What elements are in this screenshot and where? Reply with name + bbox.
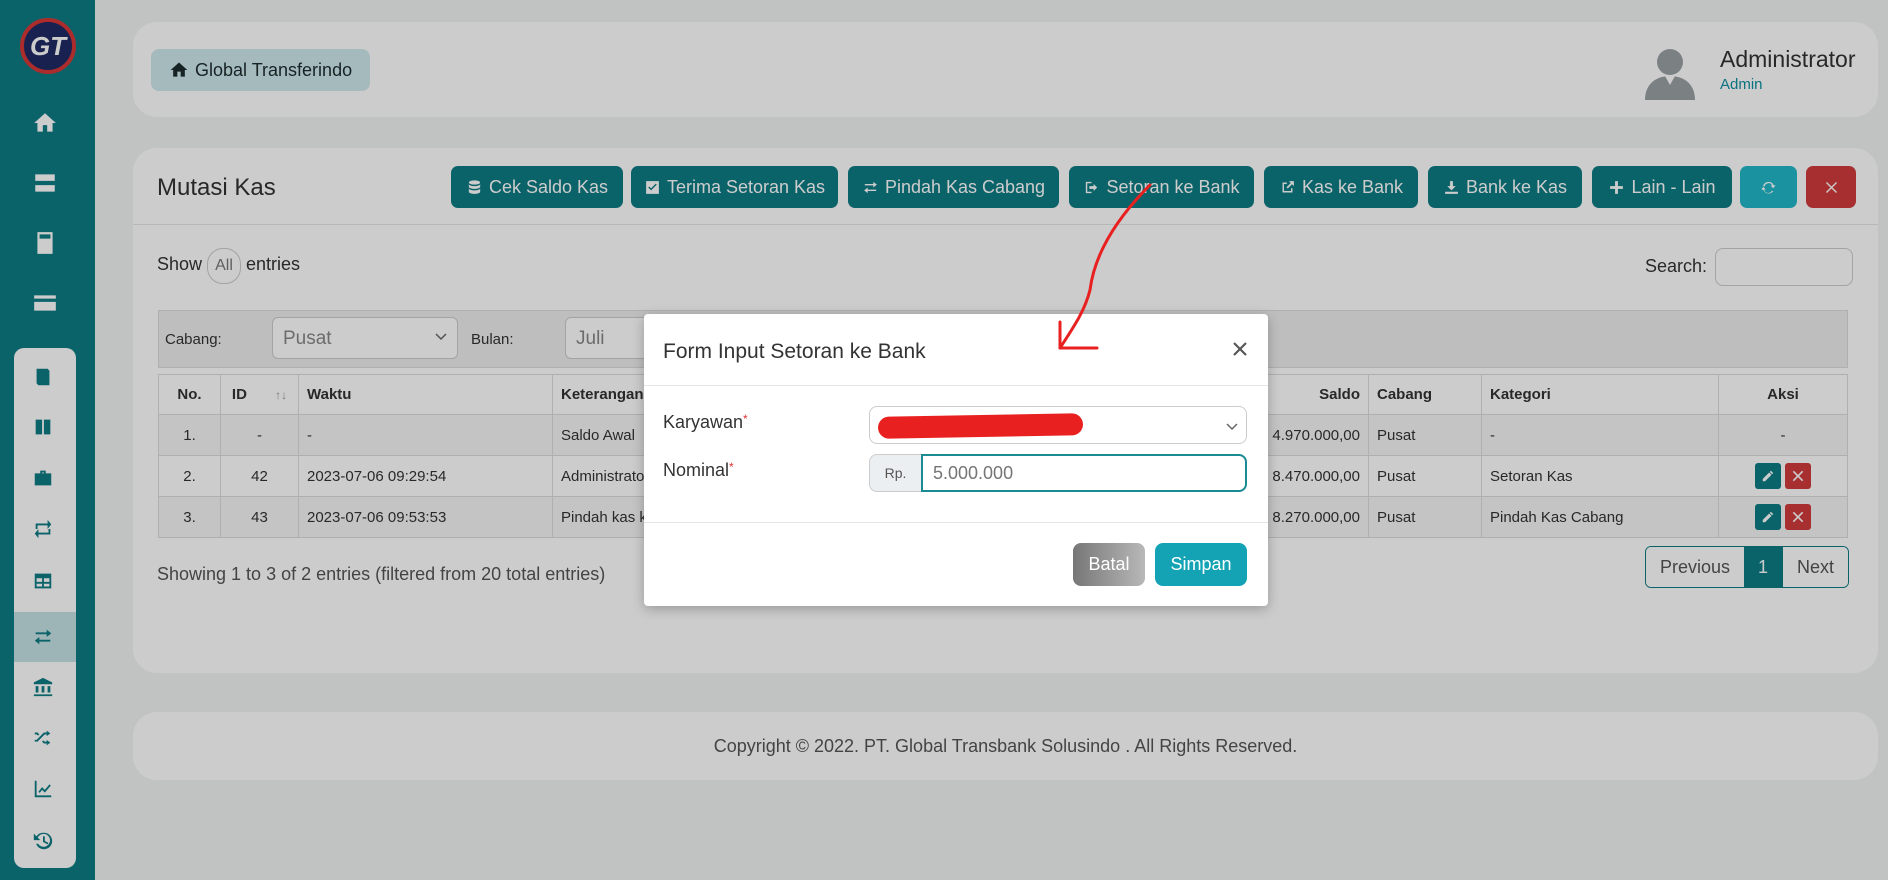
chevron-down-icon [1226,423,1238,431]
nominal-label-text: Nominal [663,460,730,480]
required-mark: * [743,412,748,426]
nominal-input[interactable] [921,454,1247,492]
karyawan-label: Karyawan* [663,412,748,433]
required-mark: * [729,460,734,474]
modal-header-divider [644,385,1268,386]
modal-close-button[interactable] [1227,334,1253,364]
karyawan-label-text: Karyawan [663,412,744,432]
close-icon [1233,342,1247,356]
simpan-button[interactable]: Simpan [1155,543,1247,586]
batal-button[interactable]: Batal [1073,543,1145,586]
setoran-bank-modal: Form Input Setoran ke Bank Karyawan* Nom… [644,314,1268,606]
nominal-label: Nominal* [663,460,734,481]
currency-addon: Rp. [869,454,921,492]
karyawan-select[interactable] [869,406,1247,444]
modal-title: Form Input Setoran ke Bank [663,340,926,363]
redaction-mark [877,413,1084,439]
modal-footer-divider [644,522,1268,523]
